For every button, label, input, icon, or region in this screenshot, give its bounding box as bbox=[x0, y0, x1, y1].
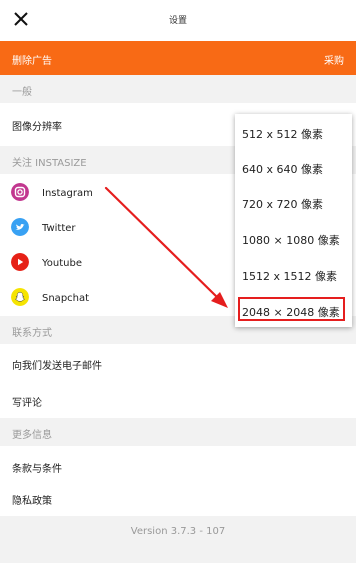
resolution-option-720[interactable]: 720 x 720 像素 bbox=[242, 196, 323, 212]
resolution-popup: 512 x 512 像素 640 x 640 像素 720 x 720 像素 1… bbox=[235, 114, 352, 327]
resolution-option-1512[interactable]: 1512 x 1512 像素 bbox=[242, 268, 337, 284]
resolution-option-2048[interactable]: 2048 × 2048 像素 bbox=[242, 304, 340, 320]
resolution-option-1080[interactable]: 1080 × 1080 像素 bbox=[242, 232, 340, 248]
resolution-option-512[interactable]: 512 x 512 像素 bbox=[242, 126, 323, 142]
resolution-option-640[interactable]: 640 x 640 像素 bbox=[242, 161, 323, 177]
